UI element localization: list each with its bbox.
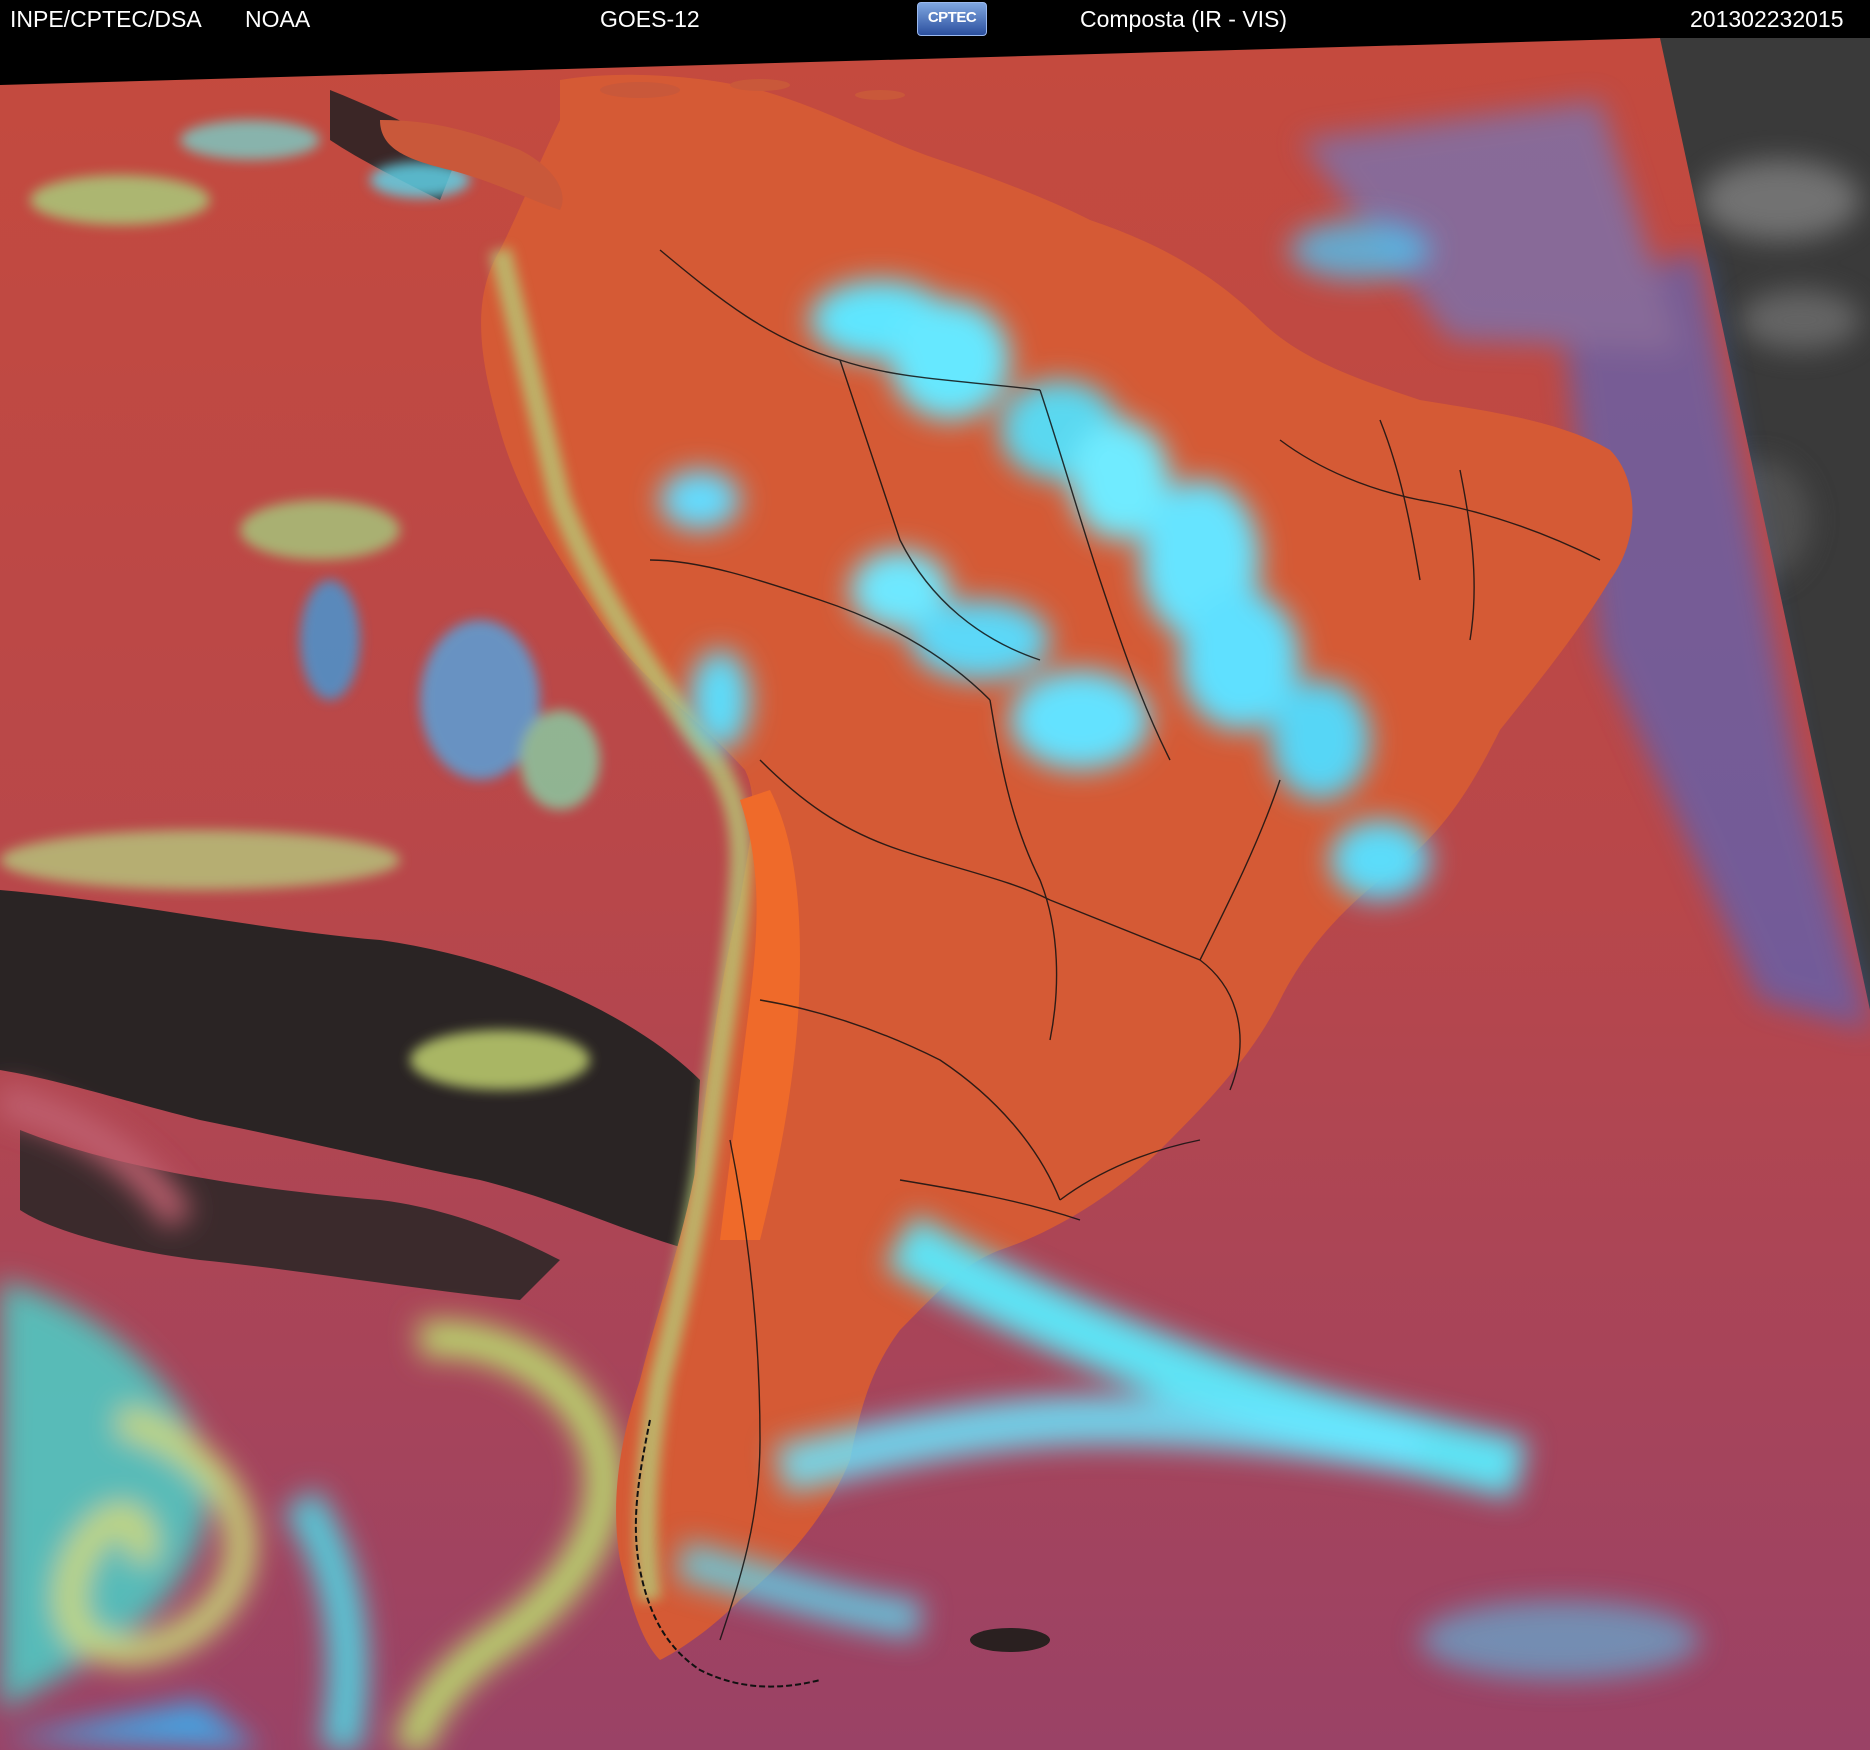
product-label: Composta (IR - VIS) bbox=[1080, 6, 1288, 32]
satellite-label: GOES-12 bbox=[600, 6, 700, 32]
image-header: INPE/CPTEC/DSA NOAA GOES-12 CPTEC Compos… bbox=[0, 0, 1870, 38]
timestamp-label: 201302232015 bbox=[1690, 6, 1844, 32]
partner-label: NOAA bbox=[245, 6, 311, 32]
satellite-image bbox=[0, 38, 1870, 1750]
cptec-logo-icon: CPTEC bbox=[917, 2, 987, 36]
logo-text: CPTEC bbox=[927, 9, 977, 26]
falkland-islands bbox=[970, 1628, 1050, 1652]
satellite-composite-svg bbox=[0, 38, 1870, 1750]
agency-label: INPE/CPTEC/DSA bbox=[10, 6, 202, 32]
